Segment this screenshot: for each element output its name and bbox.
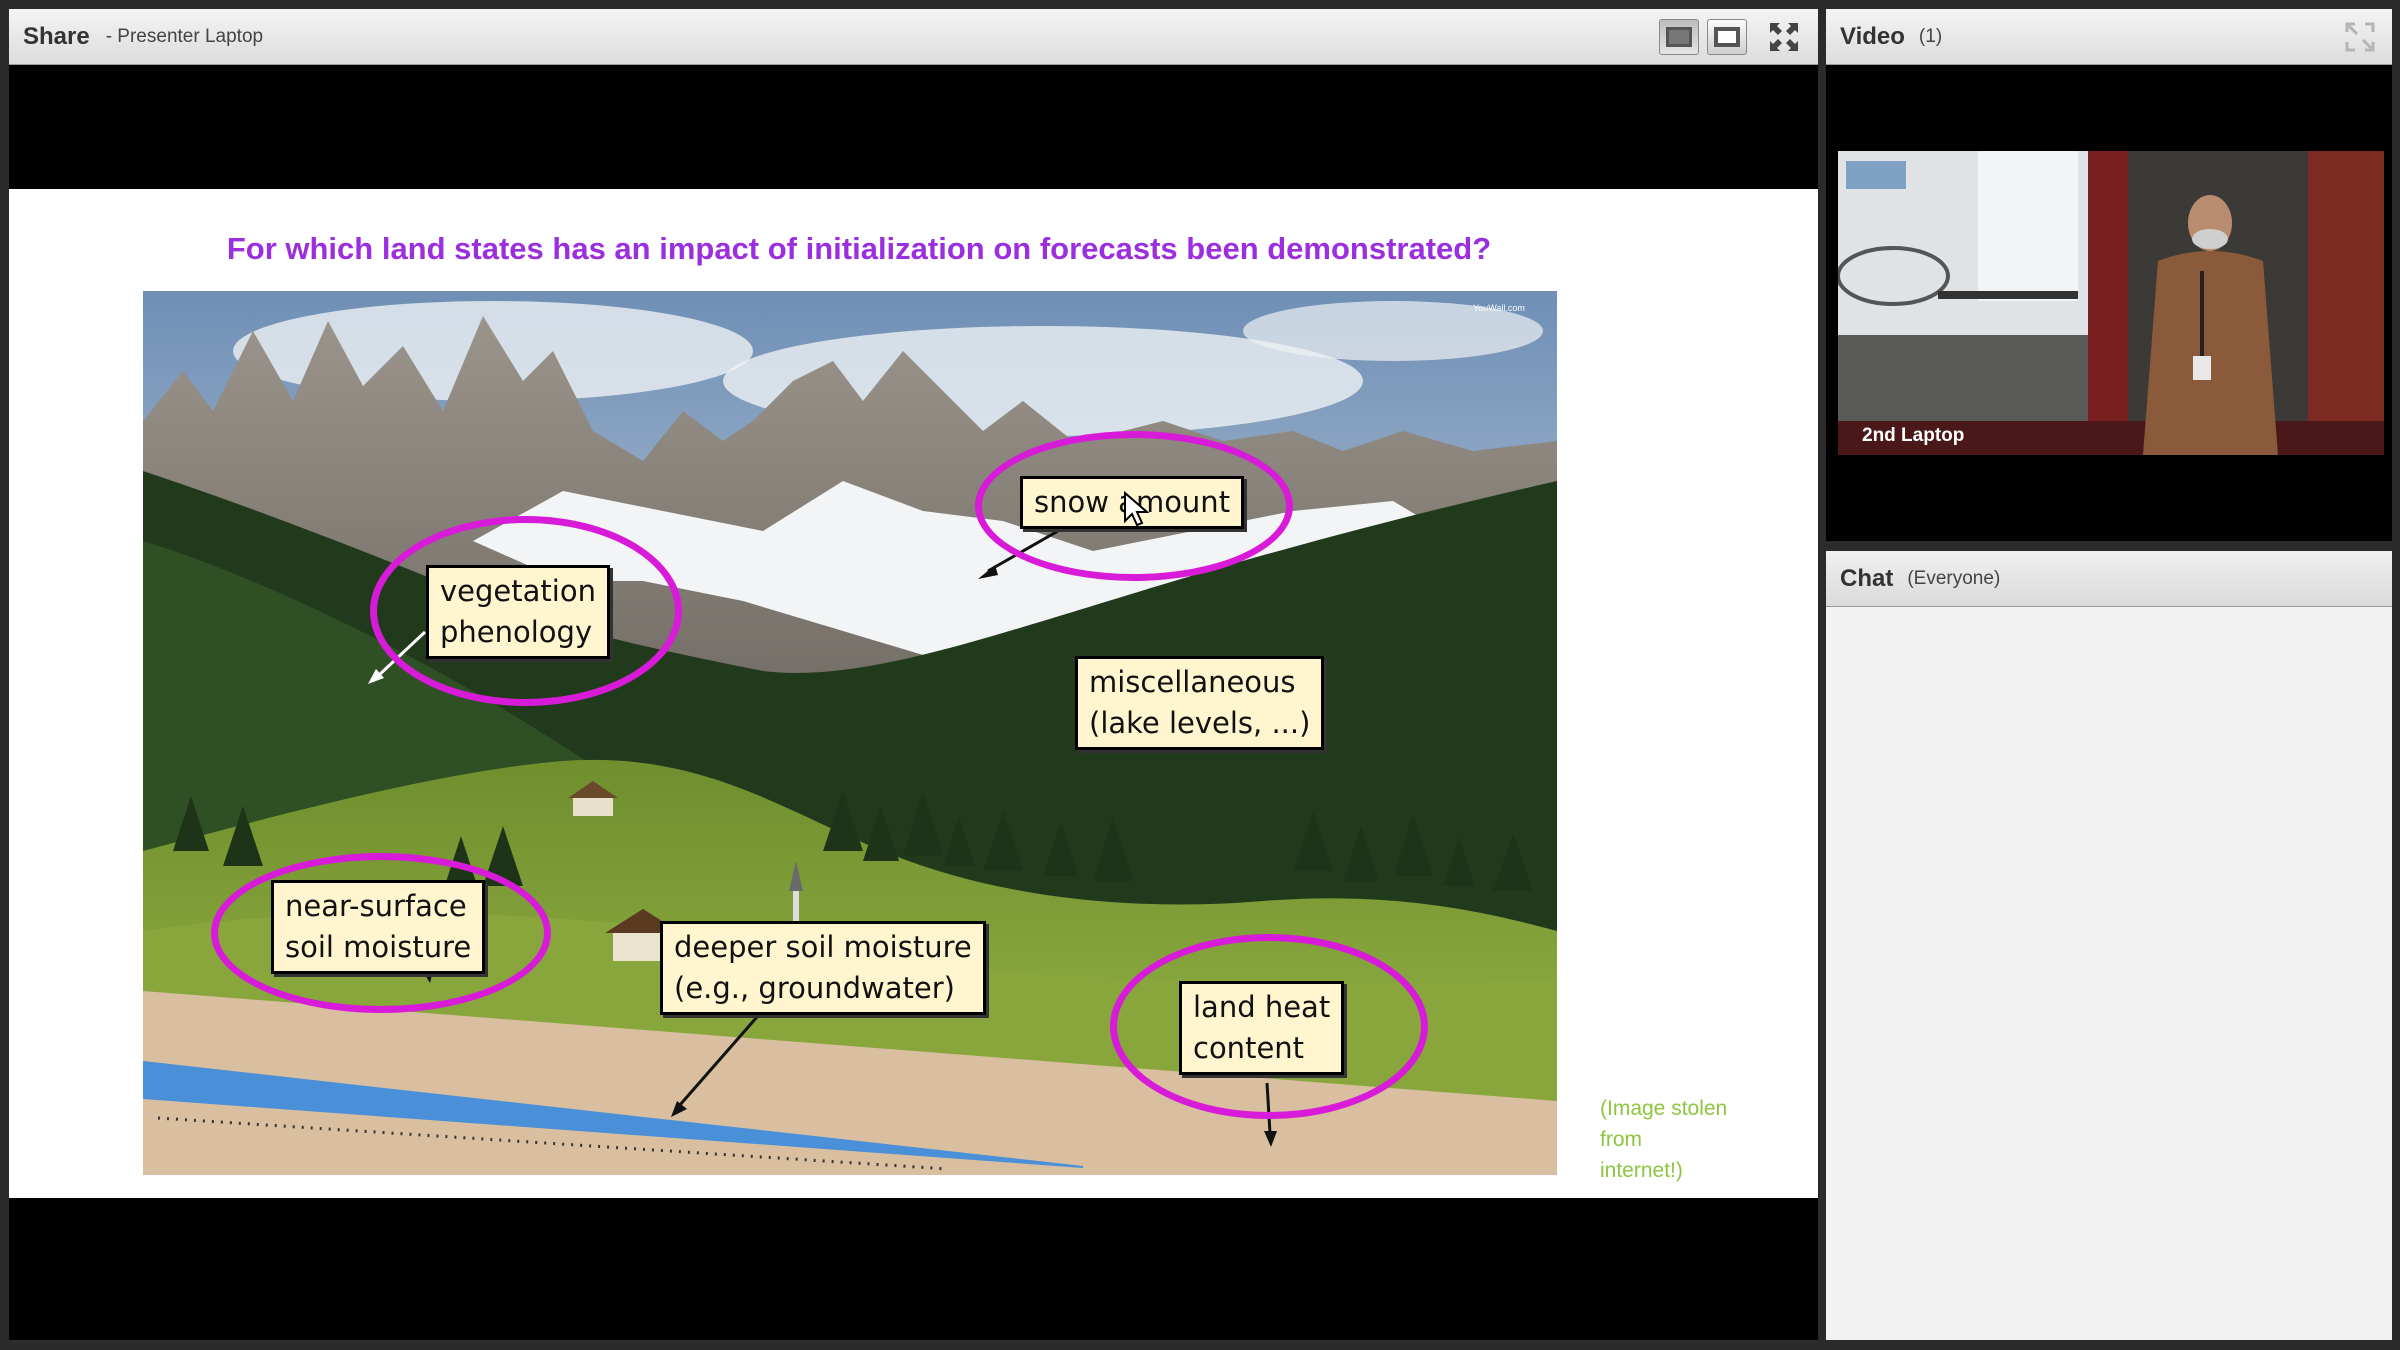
image-credit: (Image stolen from internet!): [1600, 1093, 1760, 1186]
video-fullscreen-button[interactable]: [2340, 19, 2380, 55]
video-participant-count: (1): [1918, 25, 1943, 47]
image-credit-line2: from: [1600, 1128, 1642, 1151]
presentation-slide: For which land states has an impact of i…: [9, 189, 1818, 1198]
label-deeper-line1: deeper soil moisture: [674, 930, 972, 964]
chat-pod-header: Chat (Everyone): [1826, 551, 2392, 607]
chat-pod: Chat (Everyone): [1826, 551, 2392, 1340]
video-pod-title: Video: [1840, 22, 1905, 50]
label-heat-line2: content: [1193, 1031, 1305, 1065]
camera-feed[interactable]: 2nd Laptop: [1838, 151, 2384, 455]
chat-audience[interactable]: (Everyone): [1907, 568, 2000, 590]
label-vegetation-phenology: vegetation phenology: [426, 565, 610, 659]
image-credit-line1: (Image stolen: [1600, 1097, 1728, 1120]
mouse-cursor-icon: [1124, 491, 1149, 527]
presenter-video-image: [1838, 151, 2384, 455]
share-pod: Share - Presenter Laptop For which land …: [9, 9, 1818, 1340]
fit-view-button[interactable]: [1707, 19, 1747, 55]
label-vegetation-line2: phenology: [440, 615, 593, 649]
share-pod-title: Share: [23, 22, 90, 50]
label-near-surface-soil-moisture: near-surface soil moisture: [271, 880, 486, 974]
chat-pod-title: Chat: [1840, 564, 1894, 592]
label-misc-line1: miscellaneous: [1089, 665, 1296, 699]
normal-view-button[interactable]: [1659, 19, 1699, 55]
video-pod-header: Video (1): [1826, 9, 2392, 65]
share-pod-header: Share - Presenter Laptop: [9, 9, 1818, 65]
fit-view-icon: [1714, 27, 1740, 47]
normal-view-icon: [1666, 27, 1692, 47]
label-land-heat-content: land heat content: [1179, 981, 1345, 1075]
slide-title: For which land states has an impact of i…: [226, 231, 1492, 266]
image-credit-line3: internet!): [1600, 1159, 1683, 1182]
label-near-surface-line1: near-surface: [285, 889, 467, 923]
photo-watermark: YouWall.com: [1473, 303, 1525, 313]
label-vegetation-line1: vegetation: [440, 574, 596, 608]
chat-message-area[interactable]: [1826, 608, 2392, 1340]
label-heat-line1: land heat: [1193, 990, 1331, 1024]
camera-source-label: 2nd Laptop: [1862, 425, 1965, 446]
share-pod-source: - Presenter Laptop: [105, 25, 264, 47]
expand-icon: [2345, 22, 2375, 52]
label-deeper-line2: (e.g., groundwater): [674, 971, 955, 1005]
label-deeper-soil-moisture: deeper soil moisture (e.g., groundwater): [660, 921, 986, 1015]
label-near-surface-line2: soil moisture: [285, 930, 472, 964]
fullscreen-button[interactable]: [1764, 19, 1804, 55]
landscape-photo: YouWall.com snow amount vegetation pheno…: [143, 291, 1557, 1175]
video-pod: Video (1) 2nd Laptop: [1826, 9, 2392, 541]
fullscreen-icon: [1770, 23, 1798, 51]
label-miscellaneous: miscellaneous (lake levels, ...): [1075, 656, 1325, 750]
label-misc-line2: (lake levels, ...): [1089, 706, 1311, 740]
